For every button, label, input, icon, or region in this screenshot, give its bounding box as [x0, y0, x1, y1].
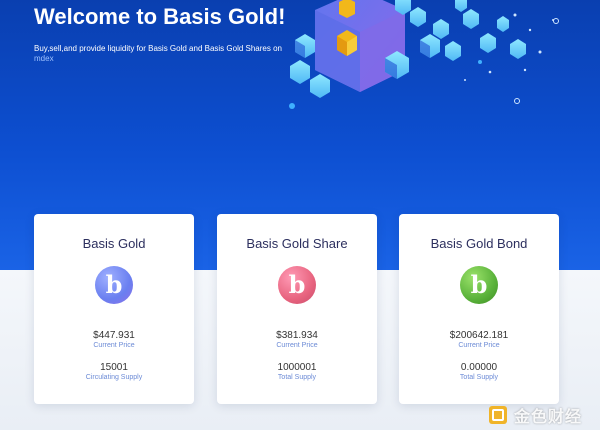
- basis-gold-bond-token-icon: b: [460, 266, 498, 304]
- current-price-label: Current Price: [93, 342, 135, 349]
- supply-label: Total Supply: [459, 374, 499, 381]
- supply-value: 1000001: [277, 362, 317, 373]
- watermark: 金色财经: [488, 402, 600, 428]
- hero-title: Welcome to Basis Gold!: [34, 4, 286, 29]
- basis-gold-bond-card[interactable]: Basis Gold Bond b $200642.181 Current Pr…: [399, 214, 559, 404]
- card-title: Basis Gold: [82, 236, 146, 251]
- hero-subtitle-text: Buy,sell,and provide liquidity for Basis…: [34, 44, 282, 53]
- basis-gold-token-icon: b: [95, 266, 133, 304]
- hero-subtitle: Buy,sell,and provide liquidity for Basis…: [34, 44, 314, 64]
- supply-value: 0.00000: [460, 362, 498, 373]
- basis-gold-share-card[interactable]: Basis Gold Share b $381.934 Current Pric…: [217, 214, 377, 404]
- supply-label: Total Supply: [277, 374, 317, 381]
- current-price-label: Current Price: [458, 342, 500, 349]
- basis-gold-card[interactable]: Basis Gold b $447.931 Current Price 1500…: [34, 214, 194, 404]
- basis-gold-share-token-icon: b: [278, 266, 316, 304]
- current-price-value: $381.934: [276, 330, 318, 341]
- current-price-value: $447.931: [93, 330, 135, 341]
- card-title: Basis Gold Bond: [430, 236, 528, 251]
- mdex-link[interactable]: mdex: [34, 54, 314, 64]
- isometric-cubes-illustration: [289, 0, 559, 109]
- current-price-value: $200642.181: [449, 330, 509, 341]
- watermark-logo-icon: [489, 406, 507, 424]
- supply-value: 15001: [100, 362, 128, 373]
- current-price-label: Current Price: [276, 342, 318, 349]
- watermark-text: 金色财经: [514, 407, 583, 426]
- card-title: Basis Gold Share: [246, 236, 348, 251]
- supply-label: Circulating Supply: [85, 374, 143, 381]
